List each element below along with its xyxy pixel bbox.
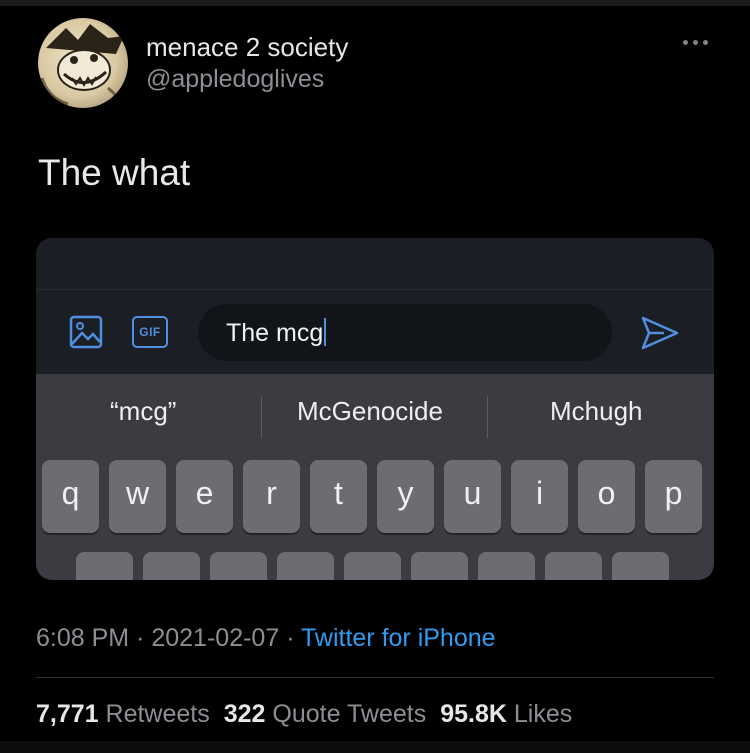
suggestion-2: McGenocide: [297, 396, 443, 426]
key-row2-stub: [344, 552, 401, 580]
more-options-icon[interactable]: [683, 36, 713, 48]
suggestion-divider: [261, 396, 262, 438]
key-p: p: [645, 460, 702, 533]
key-u: u: [444, 460, 501, 533]
message-input: The mcg: [198, 304, 612, 361]
key-row2-stub: [545, 552, 602, 580]
suggestion-3: Mchugh: [550, 396, 643, 426]
retweets-label: Retweets: [105, 700, 210, 728]
text-caret: [324, 318, 327, 346]
bottom-border: [0, 741, 750, 753]
key-q: q: [42, 460, 99, 533]
key-row2-stub: [210, 552, 267, 580]
key-row2-stub: [277, 552, 334, 580]
key-r: r: [243, 460, 300, 533]
image-icon: [69, 315, 103, 349]
avatar-dog-illustration: [40, 24, 124, 107]
key-o: o: [578, 460, 635, 533]
key-e: e: [176, 460, 233, 533]
likes-count: 95.8K: [440, 700, 507, 728]
key-w: w: [109, 460, 166, 533]
key-row2-stub: [76, 552, 133, 580]
likes-stat[interactable]: 95.8K Likes: [440, 700, 572, 728]
key-row2-stub: [411, 552, 468, 580]
gif-icon: GIF: [132, 316, 168, 348]
tweet-text: The what: [38, 152, 191, 193]
top-border: [0, 0, 750, 6]
quotes-label: Quote Tweets: [272, 700, 427, 728]
suggestion-divider: [487, 396, 488, 438]
keyboard: “mcg” McGenocide Mchugh q w e r t y u i …: [36, 374, 714, 580]
key-row2-stub: [478, 552, 535, 580]
screenshot-composer-bar: GIF The mcg: [36, 290, 714, 374]
send-icon: [640, 315, 680, 351]
tweet-source[interactable]: Twitter for iPhone: [301, 624, 496, 652]
quotes-stat[interactable]: 322 Quote Tweets: [224, 700, 426, 728]
avatar[interactable]: [38, 18, 128, 108]
handle[interactable]: @appledoglives: [146, 65, 324, 94]
key-row2-stub: [612, 552, 669, 580]
likes-label: Likes: [513, 700, 573, 728]
suggestion-1: “mcg”: [110, 396, 177, 426]
key-i: i: [511, 460, 568, 533]
key-t: t: [310, 460, 367, 533]
tweet-date[interactable]: 2021-02-07: [151, 624, 279, 652]
key-row2-stub: [143, 552, 200, 580]
retweets-count: 7,771: [36, 700, 99, 728]
tweet-meta: 6:08 PM · 2021-02-07 · Twitter for iPhon…: [36, 624, 496, 653]
screenshot-top-bar: [36, 238, 714, 290]
display-name[interactable]: menace 2 society: [146, 32, 348, 63]
retweets-stat[interactable]: 7,771 Retweets: [36, 700, 210, 728]
divider: [36, 677, 714, 678]
key-y: y: [377, 460, 434, 533]
meta-separator: ·: [286, 624, 302, 652]
tweet-time[interactable]: 6:08 PM: [36, 624, 129, 652]
quotes-count: 322: [223, 700, 266, 728]
message-input-text: The mcg: [226, 319, 324, 347]
meta-separator: ·: [136, 624, 152, 652]
tweet-stats: 7,771 Retweets 322 Quote Tweets 95.8K Like…: [36, 700, 572, 729]
embedded-screenshot[interactable]: GIF The mcg “mcg” McGenocide Mchugh q w …: [36, 238, 714, 580]
